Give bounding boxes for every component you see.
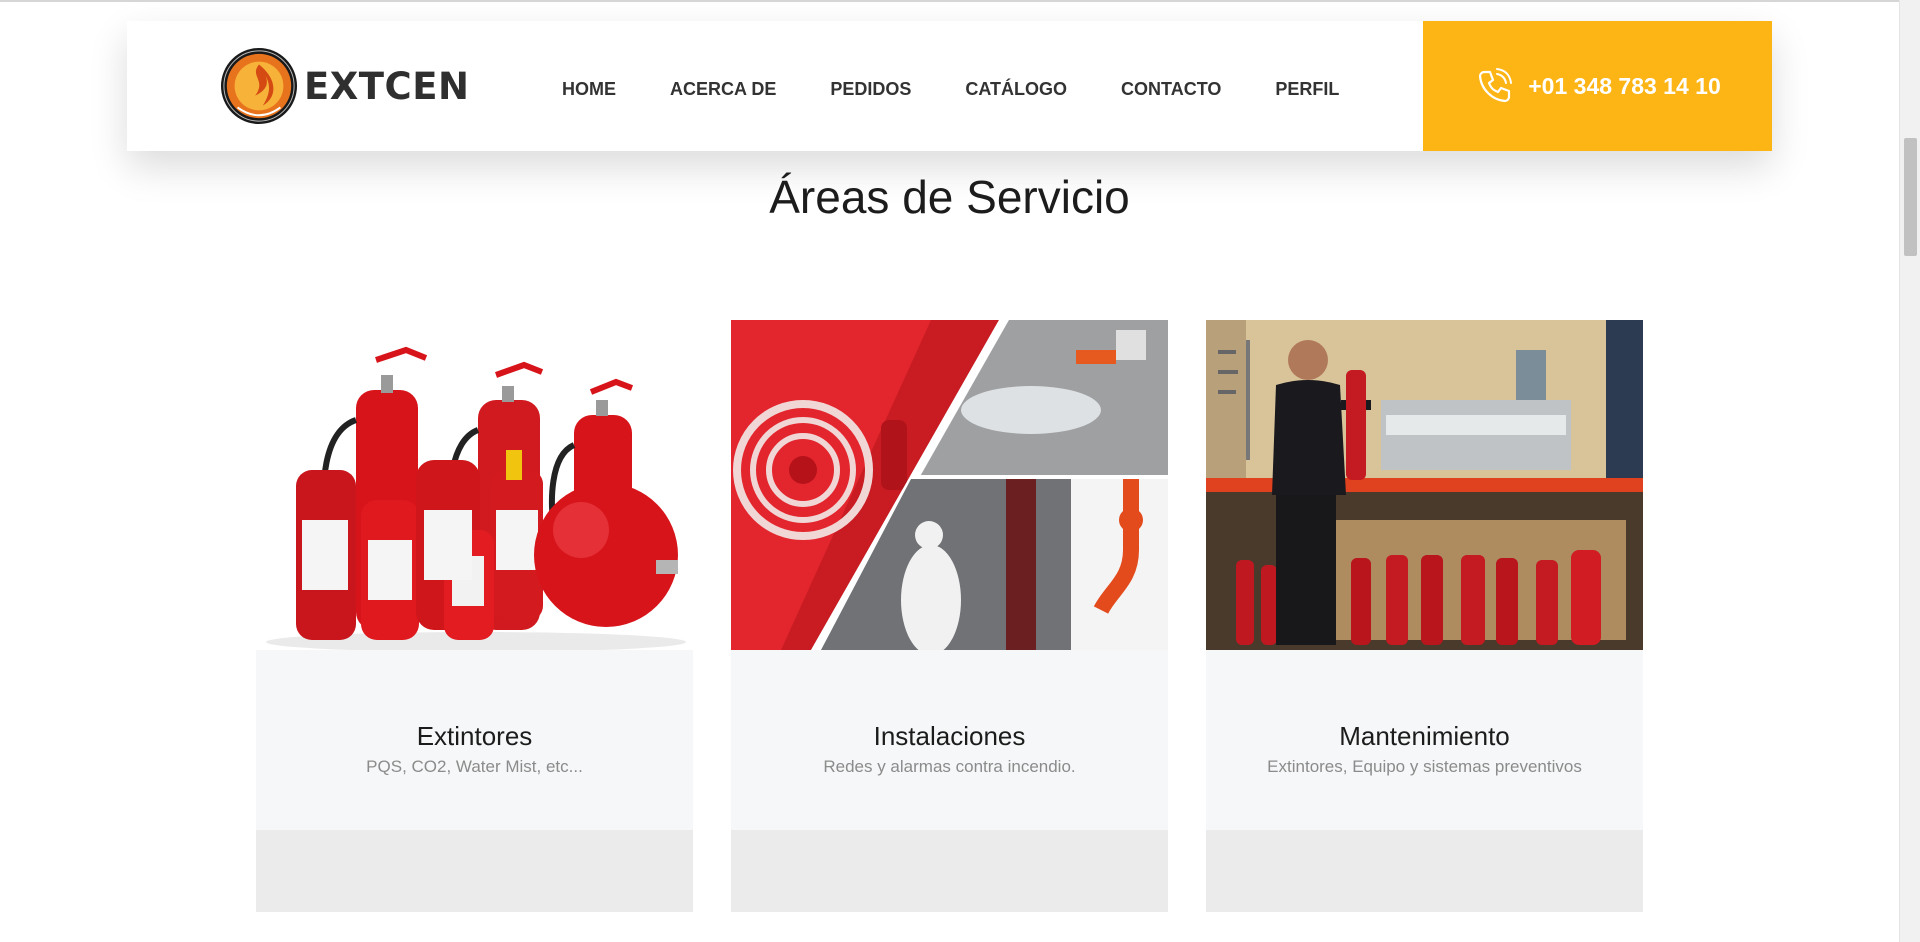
- service-card-extintores[interactable]: Extintores PQS, CO2, Water Mist, etc...: [256, 320, 693, 912]
- card-title[interactable]: Instalaciones: [731, 721, 1168, 752]
- window-top-rule: [0, 0, 1920, 2]
- service-card-instalaciones[interactable]: Instalaciones Redes y alarmas contra inc…: [731, 320, 1168, 912]
- phone-icon: [1479, 68, 1513, 103]
- nav-perfil[interactable]: PERFIL: [1275, 73, 1339, 100]
- card-subtitle: Redes y alarmas contra incendio.: [823, 757, 1076, 776]
- site-header: EXTCEN HOME ACERCA DE PEDIDOS CATÁLOGO C…: [127, 21, 1772, 151]
- card-footer: [731, 830, 1168, 912]
- instalaciones-image: [731, 320, 1168, 650]
- nav-catalogo[interactable]: CATÁLOGO: [965, 73, 1067, 100]
- card-subtitle: Extintores, Equipo y sistemas preventivo…: [1267, 757, 1582, 776]
- card-body: Instalaciones Redes y alarmas contra inc…: [731, 650, 1168, 830]
- phone-contact-button[interactable]: +01 348 783 14 10: [1423, 21, 1772, 151]
- card-footer: [1206, 830, 1643, 912]
- nav-contacto[interactable]: CONTACTO: [1121, 73, 1221, 100]
- brand-logo[interactable]: [220, 47, 298, 125]
- card-subtitle: PQS, CO2, Water Mist, etc...: [366, 757, 583, 776]
- nav-acerca-de[interactable]: ACERCA DE: [670, 73, 776, 100]
- section-title: Áreas de Servicio: [769, 171, 1130, 223]
- card-title[interactable]: Extintores: [256, 721, 693, 752]
- service-card-mantenimiento[interactable]: Mantenimiento Extintores, Equipo y siste…: [1206, 320, 1643, 912]
- phone-number: +01 348 783 14 10: [1528, 72, 1721, 99]
- mantenimiento-image: [1206, 320, 1643, 650]
- nav-pedidos[interactable]: PEDIDOS: [830, 73, 911, 100]
- card-body: Extintores PQS, CO2, Water Mist, etc...: [256, 650, 693, 830]
- card-body: Mantenimiento Extintores, Equipo y siste…: [1206, 650, 1643, 830]
- scrollbar-thumb[interactable]: [1904, 138, 1917, 256]
- brand-name[interactable]: EXTCEN: [304, 65, 469, 108]
- card-footer: [256, 830, 693, 912]
- main-nav: HOME ACERCA DE PEDIDOS CATÁLOGO CONTACTO…: [562, 21, 1393, 151]
- card-title[interactable]: Mantenimiento: [1206, 721, 1643, 752]
- extintores-image: [256, 320, 693, 650]
- page-scrollbar[interactable]: [1899, 0, 1920, 942]
- nav-home[interactable]: HOME: [562, 73, 616, 100]
